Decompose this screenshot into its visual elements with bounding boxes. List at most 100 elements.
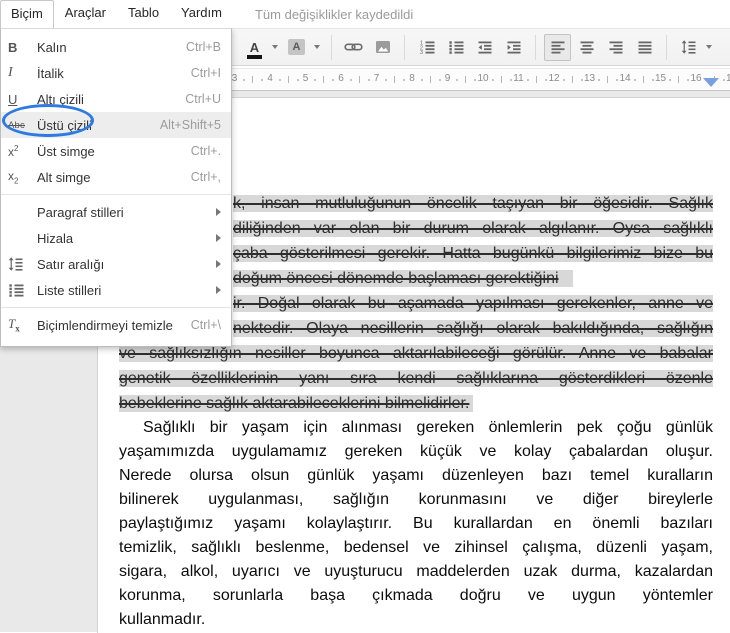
selected-strikethrough-text: bebeklerine sağlık aktarabileceklerini b… xyxy=(119,395,473,412)
text-color-dropdown-arrow-icon[interactable] xyxy=(272,45,278,49)
insert-link-button[interactable] xyxy=(340,34,367,61)
insert-image-icon xyxy=(375,39,391,55)
highlight-color-icon: A xyxy=(288,39,305,55)
ruler-dot xyxy=(279,79,281,81)
bulleted-list-button[interactable] xyxy=(442,34,469,61)
menu-item-strikethrough[interactable]: AbcÜstü çiziliAlt+Shift+5 xyxy=(1,112,231,138)
highlight-color-dropdown-arrow-icon[interactable] xyxy=(314,45,320,49)
menu-item-underline[interactable]: UAltı çiziliCtrl+U xyxy=(1,86,231,112)
body-text: paylaştığımız yaşamı kolaylaştırır. Bu k… xyxy=(119,515,713,532)
ruler-tick xyxy=(465,76,466,83)
menu-item-shortcut: Alt+Shift+5 xyxy=(160,118,221,132)
increase-indent-button[interactable] xyxy=(500,34,527,61)
submenu-arrow-icon xyxy=(216,286,221,294)
menu-item-label: Biçimlendirmeyi temizle xyxy=(37,318,173,333)
menu-item-shortcut: Ctrl+B xyxy=(186,40,221,54)
menu-item-shortcut: Ctrl+U xyxy=(185,92,221,106)
line-spacing-icon xyxy=(681,39,697,55)
ruler-tick xyxy=(536,76,537,83)
menu-item-bold[interactable]: BKalınCtrl+B xyxy=(1,34,231,60)
ruler-number: 9 xyxy=(441,73,455,84)
line-spacing-button[interactable] xyxy=(675,34,702,61)
italic-icon: I xyxy=(8,60,32,86)
increase-indent-icon xyxy=(506,39,522,55)
toolbar-separator xyxy=(666,35,667,60)
menu-item-line-spacing[interactable]: Satır aralığı xyxy=(1,251,231,277)
menu-item-label: Liste stilleri xyxy=(37,283,101,298)
ruler-number: 11 xyxy=(512,73,526,84)
svg-text:3: 3 xyxy=(420,50,423,55)
numbered-list-button[interactable]: 123 xyxy=(413,34,440,61)
menu-item-label: Satır aralığı xyxy=(37,257,104,272)
decrease-indent-button[interactable] xyxy=(471,34,498,61)
document-line: k, insan mutluluğunun öncelik taşıyan bi… xyxy=(233,192,713,216)
body-text: yaşamımızda uygulamamız gereken küçük ve… xyxy=(119,443,713,460)
clear-format-icon: Tx xyxy=(8,312,32,338)
document-line: ir. Doğal olarak bu aşamada yapılması ge… xyxy=(233,292,713,316)
ruler-number: 15 xyxy=(654,73,668,84)
menu-item-shortcut: Ctrl+\ xyxy=(191,318,221,332)
selected-strikethrough-text: doğum öncesi dönemde başlaması gerektiği… xyxy=(233,270,573,287)
align-justify-icon xyxy=(637,39,653,55)
ruler-number: 13 xyxy=(583,73,597,84)
strikethrough-icon: Abc xyxy=(8,112,32,138)
body-text: bilinerek uygulanması, sağlığın korunmas… xyxy=(119,491,713,508)
menu-item-paragraph-styles[interactable]: Paragraf stilleri xyxy=(1,199,231,225)
align-left-button[interactable] xyxy=(544,34,571,61)
menu-item-italic[interactable]: IİtalikCtrl+I xyxy=(1,60,231,86)
document-line: bebeklerine sağlık aktarabileceklerini b… xyxy=(119,392,713,416)
align-left-icon xyxy=(550,39,566,55)
selected-strikethrough-text: diliğinden var olan bir durum olarak alg… xyxy=(233,220,713,237)
menubar-item-yardım[interactable]: Yardım xyxy=(170,0,233,28)
menu-item-subscript[interactable]: x2Alt simgeCtrl+, xyxy=(1,164,231,190)
document-line: kullanmadır. xyxy=(119,608,713,632)
ruler-tick xyxy=(288,76,289,83)
document-line: nektedir. Olaya nesillerin sağlığı olara… xyxy=(233,317,713,341)
bulleted-list-icon xyxy=(448,39,464,55)
align-right-icon xyxy=(608,39,624,55)
menubar-item-biçim[interactable]: Biçim xyxy=(0,0,54,28)
document-line: genetik özelliklerinin yanı sıra kendi s… xyxy=(119,367,713,391)
menu-item-list-styles[interactable]: Liste stilleri xyxy=(1,277,231,303)
right-indent-marker-icon[interactable] xyxy=(703,78,719,87)
ruler-tick xyxy=(252,76,253,83)
align-icon xyxy=(8,225,32,251)
toolbar-separator xyxy=(535,35,536,60)
document-line: bilinerek uygulanması, sağlığın korunmas… xyxy=(119,488,713,512)
text-color-icon: A xyxy=(248,41,261,54)
text-color-button[interactable]: A xyxy=(241,34,268,61)
ruler-tick xyxy=(643,76,644,83)
selected-strikethrough-text: genetik özelliklerinin yanı sıra kendi s… xyxy=(119,370,713,387)
document-line: doğum öncesi dönemde başlaması gerektiği… xyxy=(233,267,713,291)
submenu-arrow-icon xyxy=(216,208,221,216)
ruler-tick xyxy=(501,76,502,83)
align-justify-button[interactable] xyxy=(631,34,658,61)
body-text: korunma, sorunlarla başa çıkmada doğru v… xyxy=(119,587,713,604)
menu-item-shortcut: Ctrl+. xyxy=(191,144,221,158)
highlight-color-button[interactable]: A xyxy=(283,34,310,61)
menu-item-superscript[interactable]: x2Üst simgeCtrl+. xyxy=(1,138,231,164)
ruler-tick xyxy=(359,76,360,83)
list-icon xyxy=(8,277,32,303)
ruler-number: 14 xyxy=(618,73,632,84)
toolbar-separator xyxy=(331,35,332,60)
line-spacing-icon xyxy=(8,251,32,277)
ruler-tick xyxy=(572,76,573,83)
ruler-dot xyxy=(634,79,636,81)
highlight-color-icon: A xyxy=(288,39,305,55)
menu-item-align[interactable]: Hizala xyxy=(1,225,231,251)
ruler-dot xyxy=(598,79,600,81)
ruler-tick xyxy=(323,76,324,83)
menubar-item-tablo[interactable]: Tablo xyxy=(117,0,170,28)
selected-strikethrough-text: çaba gösterilmesi gerekir. Hatta bugünkü… xyxy=(233,245,713,262)
line-spacing-dropdown-arrow-icon[interactable] xyxy=(706,45,712,49)
insert-image-button[interactable] xyxy=(369,34,396,61)
menubar-item-araçlar[interactable]: Araçlar xyxy=(54,0,117,28)
ruler-dot xyxy=(314,79,316,81)
align-center-button[interactable] xyxy=(573,34,600,61)
align-right-button[interactable] xyxy=(602,34,629,61)
body-text: sigara, alkol, uyarıcı ve uyuşturucu mad… xyxy=(119,563,713,580)
ruler-number: 5 xyxy=(299,73,313,84)
underline-icon: U xyxy=(8,86,32,112)
menu-item-clear-formatting[interactable]: Tx Biçimlendirmeyi temizle Ctrl+\ xyxy=(1,312,231,338)
